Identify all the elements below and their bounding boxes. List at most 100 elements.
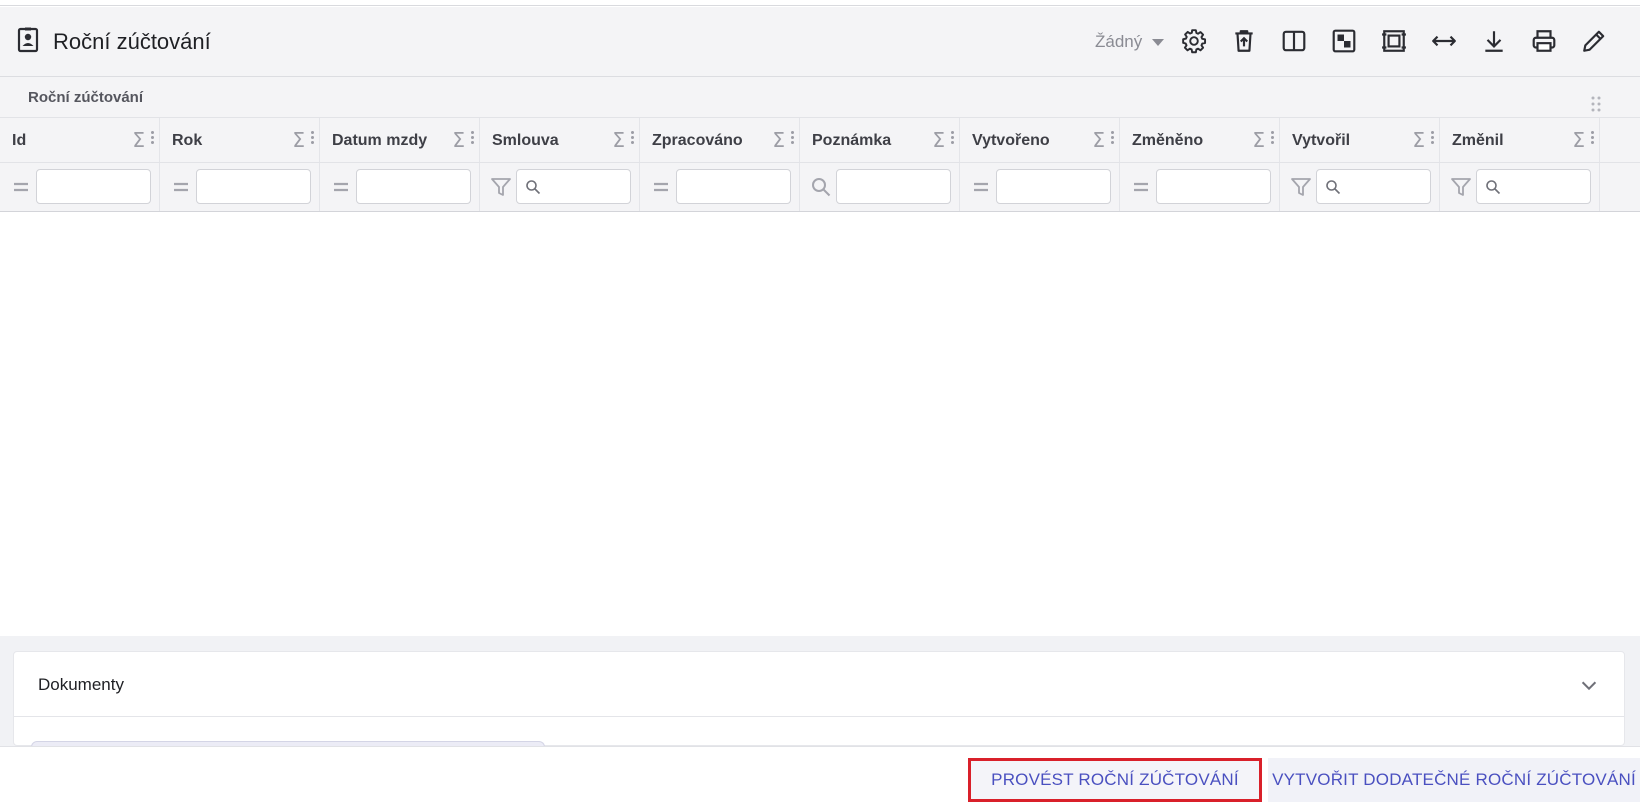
column-header[interactable]: Změněno Σ [1120,118,1280,162]
column-menu-icon[interactable] [791,130,795,148]
search-icon [526,180,541,195]
equals-icon[interactable] [170,176,192,198]
split-view-button[interactable] [1279,26,1309,56]
filter-input[interactable] [516,169,631,204]
filter-input[interactable] [196,169,311,204]
equals-icon[interactable] [330,176,352,198]
sigma-icon[interactable]: Σ [932,128,945,152]
sigma-icon[interactable]: Σ [612,128,625,152]
expand-width-icon [1432,35,1456,47]
column-header[interactable]: Smlouva Σ [480,118,640,162]
edit-icon [1583,30,1605,52]
column-header-label: Vytvořeno [972,132,1050,149]
sigma-icon[interactable]: Σ [452,128,465,152]
filter-input[interactable] [996,169,1111,204]
column-menu-icon[interactable] [1591,130,1595,148]
funnel-icon[interactable] [490,176,512,198]
column-header[interactable]: Změnil Σ [1440,118,1600,162]
filter-cell [800,163,960,211]
column-header[interactable]: Vytvořil Σ [1280,118,1440,162]
expand-width-button[interactable] [1429,26,1459,56]
column-header[interactable]: Rok Σ [160,118,320,162]
column-menu-icon[interactable] [1431,130,1435,148]
search-icon [1486,180,1501,195]
column-header-label: Změnil [1452,132,1504,149]
filter-input[interactable] [836,169,951,204]
chevron-down-icon[interactable] [1578,674,1600,696]
column-header-label: Poznámka [812,132,892,149]
run-annual-settlement-button[interactable]: PROVÉST ROČNÍ ZÚČTOVÁNÍ [968,758,1262,802]
download-button[interactable] [1479,26,1509,56]
top-divider [0,0,1640,6]
layout-icon [1332,29,1356,53]
print-icon [1532,30,1556,52]
equals-icon[interactable] [1130,176,1152,198]
column-menu-icon[interactable] [311,130,315,148]
sigma-icon[interactable]: Σ [1412,128,1425,152]
delete-upload-icon [1235,30,1253,52]
filter-cell [160,163,320,211]
funnel-icon[interactable] [1450,176,1472,198]
filter-input[interactable] [36,169,151,204]
column-header[interactable]: Datum mzdy Σ [320,118,480,162]
filter-cell [0,163,160,211]
filter-input[interactable] [676,169,791,204]
column-menu-icon[interactable] [1271,130,1275,148]
sigma-icon[interactable]: Σ [1572,128,1585,152]
filter-cell [320,163,480,211]
column-header[interactable]: Zpracováno Σ [640,118,800,162]
column-header[interactable]: Vytvořeno Σ [960,118,1120,162]
documents-divider [14,716,1624,717]
column-header[interactable]: Id Σ [0,118,160,162]
funnel-icon[interactable] [1290,176,1312,198]
column-header-label: Datum mzdy [332,132,428,149]
sigma-icon[interactable]: Σ [1252,128,1265,152]
print-button[interactable] [1529,26,1559,56]
equals-icon[interactable] [650,176,672,198]
column-menu-icon[interactable] [951,130,955,148]
sigma-icon[interactable]: Σ [1092,128,1105,152]
view-select[interactable]: Žádný [1095,32,1165,52]
delete-button[interactable] [1229,26,1259,56]
grid-group-label: Roční zúčtování [0,77,1640,118]
sigma-icon[interactable]: Σ [772,128,785,152]
fit-screen-button[interactable] [1379,26,1409,56]
filter-cell [640,163,800,211]
equals-icon[interactable] [970,176,992,198]
column-header-row: Id Σ Rok Σ Datum mzdy Σ Smlouva Σ Zpracováno Σ Poz… [0,118,1640,163]
filter-cell [1120,163,1280,211]
sigma-icon[interactable]: Σ [292,128,305,152]
create-additional-settlement-button[interactable]: VYTVOŘIT DODATEČNÉ ROČNÍ ZÚČTOVÁNÍ [1268,758,1640,802]
column-header-label: Zpracováno [652,132,743,149]
split-view-icon [1282,30,1306,52]
column-header[interactable]: Poznámka Σ [800,118,960,162]
filter-cell [480,163,640,211]
column-header-label: Vytvořil [1292,132,1351,149]
sigma-icon[interactable]: Σ [132,128,145,152]
contact-card-icon [17,27,39,53]
edit-button[interactable] [1579,26,1609,56]
equals-icon[interactable] [10,176,32,198]
documents-panel: Dokumenty [13,651,1625,749]
filter-input[interactable] [1476,169,1591,204]
filter-cell [1440,163,1600,211]
page-title: Roční zúčtování [53,29,211,54]
settings-button[interactable] [1179,26,1209,56]
column-menu-icon[interactable] [471,130,475,148]
filter-input[interactable] [356,169,471,204]
view-select-value: Žádný [1095,32,1143,51]
page-header: Roční zúčtování Žádný [0,7,1640,77]
column-menu-icon[interactable] [151,130,155,148]
search-icon[interactable] [810,176,832,198]
download-icon [1485,31,1503,52]
action-footer: PROVÉST ROČNÍ ZÚČTOVÁNÍ VYTVOŘIT DODATEČ… [0,746,1640,810]
filter-input[interactable] [1316,169,1431,204]
grid-group-title: Roční zúčtování [28,89,144,106]
layout-button[interactable] [1329,26,1359,56]
column-menu-icon[interactable] [631,130,635,148]
documents-title: Dokumenty [38,675,124,694]
filter-row [0,163,1640,212]
drag-handle-icon[interactable] [1590,95,1602,113]
filter-input[interactable] [1156,169,1271,204]
column-menu-icon[interactable] [1111,130,1115,148]
